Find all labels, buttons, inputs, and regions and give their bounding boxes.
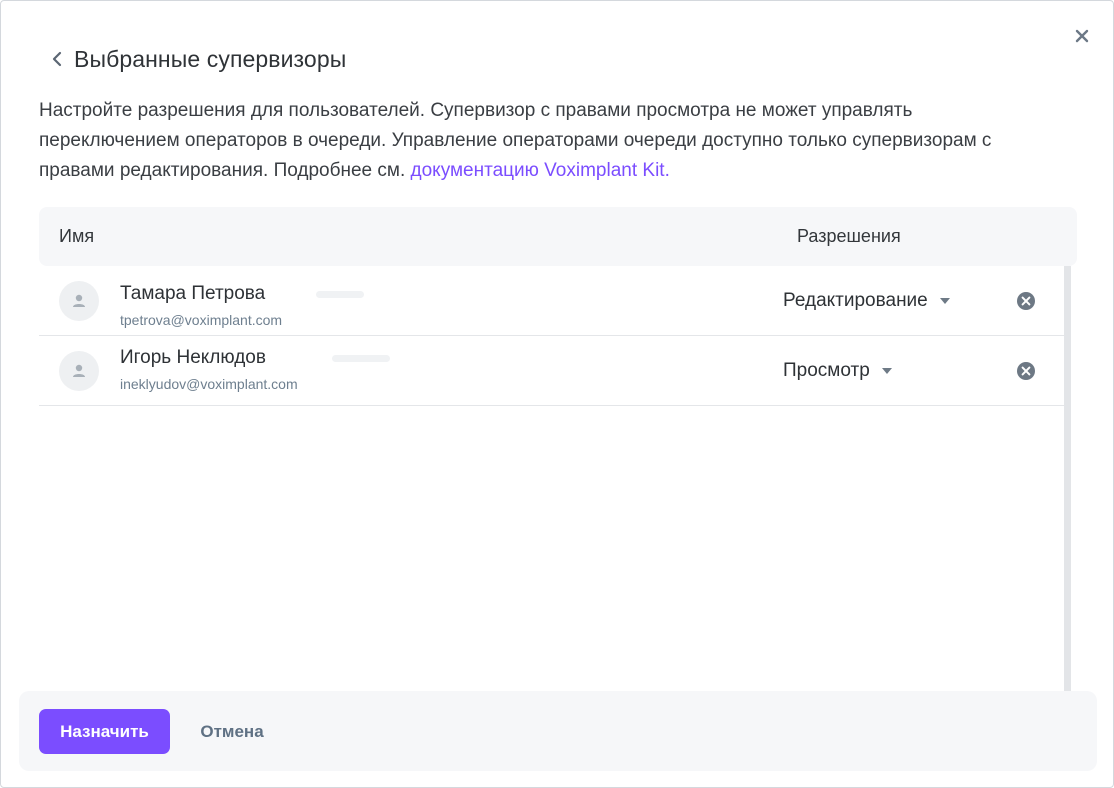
table-row: Тамара Петрова tpetrova@voximplant.com Р…	[39, 266, 1065, 336]
close-circle-icon[interactable]	[1016, 361, 1036, 381]
dialog-description: Настройте разрешения для пользователей. …	[39, 96, 1049, 186]
placeholder-bar	[316, 291, 364, 298]
permission-value: Редактирование	[783, 290, 928, 311]
close-circle-icon[interactable]	[1016, 291, 1036, 311]
caret-down-icon	[939, 298, 950, 304]
dialog-footer: Назначить Отмена	[19, 691, 1097, 771]
assign-button[interactable]: Назначить	[39, 709, 170, 754]
supervisor-list: Тамара Петрова tpetrova@voximplant.com Р…	[39, 266, 1065, 691]
documentation-link[interactable]: документацию Voximplant Kit.	[411, 160, 670, 181]
permission-select[interactable]: Просмотр	[783, 356, 892, 386]
supervisors-dialog: Выбранные супервизоры Настройте разрешен…	[0, 0, 1114, 788]
avatar	[59, 351, 99, 391]
cancel-button[interactable]: Отмена	[185, 709, 279, 754]
user-icon	[73, 364, 85, 377]
close-icon[interactable]	[1071, 25, 1093, 47]
placeholder-bar	[332, 355, 390, 362]
permission-value: Просмотр	[783, 360, 870, 381]
user-email: ineklyudov@voximplant.com	[120, 376, 298, 392]
table-row: Игорь Неклюдов ineklyudov@voximplant.com…	[39, 336, 1065, 406]
user-name: Игорь Неклюдов	[120, 347, 266, 368]
dialog-title: Выбранные супервизоры	[74, 45, 347, 72]
column-header-permissions: Разрешения	[797, 226, 901, 246]
scrollbar[interactable]	[1064, 266, 1071, 691]
user-icon	[73, 294, 85, 307]
caret-down-icon	[881, 368, 892, 374]
user-name: Тамара Петрова	[120, 283, 266, 304]
dialog-header: Выбранные супервизоры	[47, 43, 346, 75]
table-header: Имя Разрешения	[39, 207, 1077, 266]
column-header-name: Имя	[59, 226, 95, 246]
user-email: tpetrova@voximplant.com	[120, 312, 283, 328]
chevron-left-icon[interactable]	[47, 49, 67, 69]
avatar	[59, 281, 99, 321]
permission-select[interactable]: Редактирование	[783, 286, 950, 316]
